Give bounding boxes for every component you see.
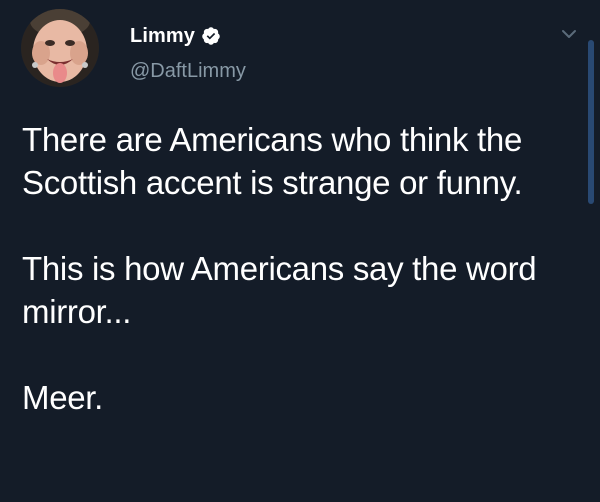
chevron-down-icon[interactable] — [559, 24, 579, 44]
avatar[interactable] — [21, 9, 99, 87]
author-block: Limmy @DaftLimmy — [130, 24, 246, 83]
tweet-paragraph: This is how Americans say the word mirro… — [22, 250, 537, 330]
tweet-text: There are Americans who think the Scotti… — [22, 118, 582, 419]
verified-badge-icon — [202, 27, 220, 45]
author-handle[interactable]: @DaftLimmy — [130, 60, 246, 83]
author-name-row: Limmy — [130, 24, 246, 48]
scrollbar[interactable] — [588, 40, 594, 204]
tweet-paragraph: Meer. — [22, 379, 104, 416]
avatar-image — [21, 9, 99, 87]
author-display-name[interactable]: Limmy — [130, 25, 195, 48]
tweet-card: Limmy @DaftLimmy There are Americans who… — [0, 0, 600, 502]
tweet-paragraph: There are Americans who think the Scotti… — [22, 121, 523, 201]
